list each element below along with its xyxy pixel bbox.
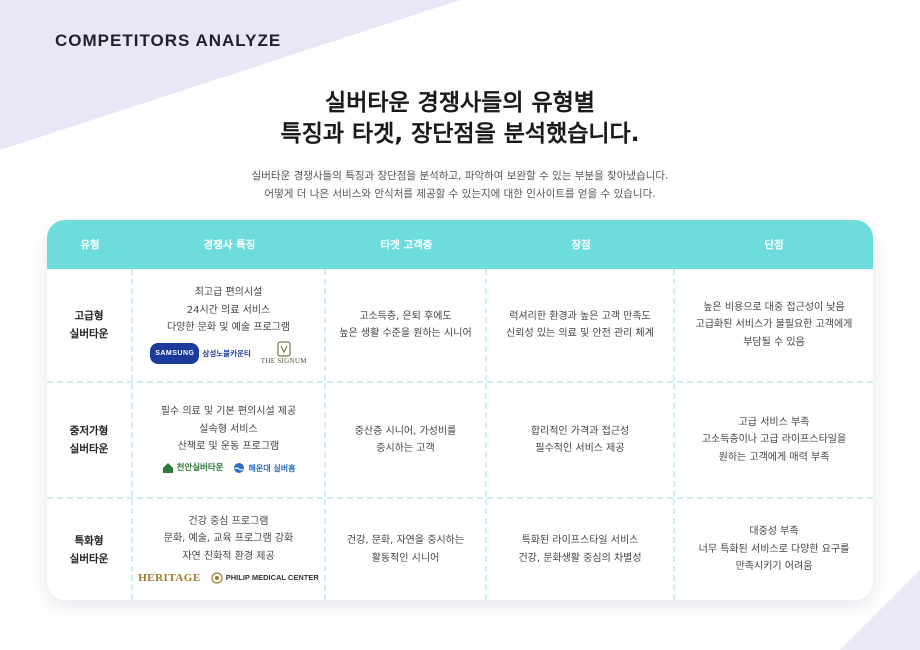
competitor-logos: HERITAGE PHILIP MEDICAL CENTER: [138, 569, 319, 587]
haeundae-text: 해운대 실버홈: [248, 463, 296, 473]
cons-line: 너무 특화된 서비스로 다양한 요구를: [698, 543, 850, 555]
type-line: 실버타운: [69, 328, 109, 340]
page-subtitle: 실버타운 경쟁사들의 특징과 장단점을 분석하고, 파악하여 보완할 수 있는 …: [0, 167, 920, 203]
row-features: 건강 중심 프로그램 문화, 예술, 교육 프로그램 강화 자연 친화적 환경 …: [133, 499, 326, 600]
row-features: 필수 의료 및 기본 편의시설 제공 실속형 서비스 산책로 및 운동 프로그램…: [133, 383, 326, 497]
row-pros: 럭셔리한 환경과 높은 고객 만족도 신뢰성 있는 의료 및 안전 관리 체계: [487, 269, 675, 381]
feature-item: 산책로 및 운동 프로그램: [177, 441, 280, 452]
signum-text: THE SIGNUM: [260, 356, 307, 365]
pros-line: 럭셔리한 환경과 높은 고객 만족도: [509, 310, 651, 322]
subtitle-line-2: 어떻게 더 나은 서비스와 안식처를 제공할 수 있는지에 대한 인사이트를 얻…: [264, 188, 656, 200]
target-line: 고소득층, 은퇴 후에도: [359, 310, 452, 322]
feature-item: 자연 친화적 환경 제공: [182, 550, 275, 562]
philip-emblem-icon: [211, 572, 223, 584]
competitor-logos: SAMSUNG 삼성노블카운티 THE SIGNUM: [150, 341, 307, 366]
feature-item: 건강 중심 프로그램: [188, 515, 269, 527]
pros-line: 건강, 문화생활 중심의 차별성: [518, 552, 642, 564]
row-cons: 고급 서비스 부족 고소득층이나 고급 라이프스타일을 원하는 고객에게 매력 …: [675, 383, 873, 497]
cheonan-silvertown-logo: 천안실버타운: [162, 460, 224, 478]
subtitle-line-1: 실버타운 경쟁사들의 특징과 장단점을 분석하고, 파악하여 보완할 수 있는 …: [251, 170, 669, 182]
row-target: 건강, 문화, 자연을 중시하는 활동적인 시니어: [326, 499, 487, 600]
haeundae-silverhome-logo: 해운대 실버홈: [233, 460, 295, 478]
cons-line: 부담될 수 있음: [743, 336, 805, 348]
feature-item: 실속형 서비스: [199, 423, 258, 435]
row-target: 고소득층, 은퇴 후에도 높은 생활 수준을 원하는 시니어: [326, 269, 487, 381]
type-line: 특화형: [74, 534, 104, 547]
table-row: 고급형 실버타운 최고급 편의시설 24시간 의료 서비스 다양한 문화 및 예…: [47, 269, 873, 383]
row-features: 최고급 편의시설 24시간 의료 서비스 다양한 문화 및 예술 프로그램 SA…: [133, 269, 326, 381]
brand-heading: COMPETITORS ANALYZE: [55, 31, 282, 50]
samsung-noble-text: 삼성노블카운티: [202, 348, 251, 358]
feature-item: 24시간 의료 서비스: [186, 304, 271, 316]
table-row: 특화형 실버타운 건강 중심 프로그램 문화, 예술, 교육 프로그램 강화 자…: [47, 499, 873, 600]
philip-text: PHILIP MEDICAL CENTER: [225, 573, 319, 582]
header-cons: 단점: [764, 239, 784, 251]
table-header: 유형 경쟁사 특징 타겟 고객층 장점 단점: [47, 220, 873, 269]
pros-line: 특화된 라이프스타일 서비스: [521, 535, 639, 546]
signum-emblem-icon: [277, 341, 291, 357]
row-pros: 합리적인 가격과 접근성 필수적인 서비스 제공: [487, 383, 675, 497]
row-type: 특화형 실버타운: [47, 499, 133, 600]
cons-line: 만족시키기 어려움: [735, 561, 813, 573]
row-cons: 높은 비용으로 대중 접근성이 낮음 고급화된 서비스가 불필요한 고객에게 부…: [675, 269, 873, 381]
target-line: 중시하는 고객: [376, 443, 435, 454]
samsung-noble-county-logo: SAMSUNG 삼성노블카운티: [150, 342, 251, 364]
row-cons: 대중성 부족 너무 특화된 서비스로 다양한 요구를 만족시키기 어려움: [675, 499, 873, 600]
cons-line: 높은 비용으로 대중 접근성이 낮음: [703, 301, 845, 313]
cons-line: 원하는 고객에게 매력 부족: [718, 451, 830, 463]
header-target: 타겟 고객층: [380, 239, 433, 251]
pros-line: 신뢰성 있는 의료 및 안전 관리 체계: [506, 328, 654, 339]
feature-item: 최고급 편의시설: [194, 287, 263, 299]
cheonan-text: 천안실버타운: [176, 462, 224, 473]
title-line-2: 특징과 타겟, 장단점을 분석했습니다.: [280, 121, 640, 147]
house-icon: [162, 463, 173, 474]
wave-emblem-icon: [234, 463, 245, 474]
row-pros: 특화된 라이프스타일 서비스 건강, 문화생활 중심의 차별성: [487, 499, 675, 600]
row-type: 중저가형 실버타운: [47, 383, 133, 497]
table-row: 중저가형 실버타운 필수 의료 및 기본 편의시설 제공 실속형 서비스 산책로…: [47, 383, 873, 499]
header-type: 유형: [80, 239, 100, 251]
target-line: 중산층 시니어, 가성비를: [354, 425, 457, 437]
cons-line: 고급 서비스 부족: [738, 416, 810, 428]
feature-item: 필수 의료 및 기본 편의시설 제공: [160, 406, 297, 417]
header-features: 경쟁사 특징: [203, 239, 256, 251]
target-line: 활동적인 시니어: [371, 552, 440, 564]
type-line: 중저가형: [69, 425, 109, 437]
heritage-logo: HERITAGE: [138, 571, 201, 584]
feature-item: 다양한 문화 및 예술 프로그램: [166, 322, 291, 334]
target-line: 건강, 문화, 자연을 중시하는: [346, 535, 465, 546]
cons-line: 고급화된 서비스가 불필요한 고객에게: [695, 319, 853, 331]
title-line-1: 실버타운 경쟁사들의 유형별: [325, 90, 595, 116]
type-line: 고급형: [74, 310, 104, 322]
feature-item: 문화, 예술, 교육 프로그램 강화: [163, 533, 294, 544]
row-target: 중산층 시니어, 가성비를 중시하는 고객: [326, 383, 487, 497]
type-line: 실버타운: [69, 552, 109, 565]
samsung-wordmark: SAMSUNG: [150, 342, 200, 364]
heritage-text: HERITAGE: [138, 571, 201, 584]
cons-line: 고소득층이나 고급 라이프스타일을: [701, 434, 847, 446]
target-line: 높은 생활 수준을 원하는 시니어: [339, 328, 472, 339]
pros-line: 합리적인 가격과 접근성: [530, 425, 630, 437]
competitor-table: 유형 경쟁사 특징 타겟 고객층 장점 단점 고급형 실버타운 최고급 편의시설…: [47, 220, 873, 600]
pros-line: 필수적인 서비스 제공: [535, 443, 625, 454]
type-line: 실버타운: [69, 443, 109, 455]
page-title: 실버타운 경쟁사들의 유형별 특징과 타겟, 장단점을 분석했습니다.: [0, 88, 920, 150]
cons-line: 대중성 부족: [749, 526, 799, 538]
row-type: 고급형 실버타운: [47, 269, 133, 381]
competitor-logos: 천안실버타운 해운대 실버홈: [162, 460, 295, 478]
the-signum-logo: THE SIGNUM: [261, 341, 307, 366]
header-pros: 장점: [571, 239, 591, 251]
philip-medical-center-logo: PHILIP MEDICAL CENTER: [211, 569, 319, 587]
